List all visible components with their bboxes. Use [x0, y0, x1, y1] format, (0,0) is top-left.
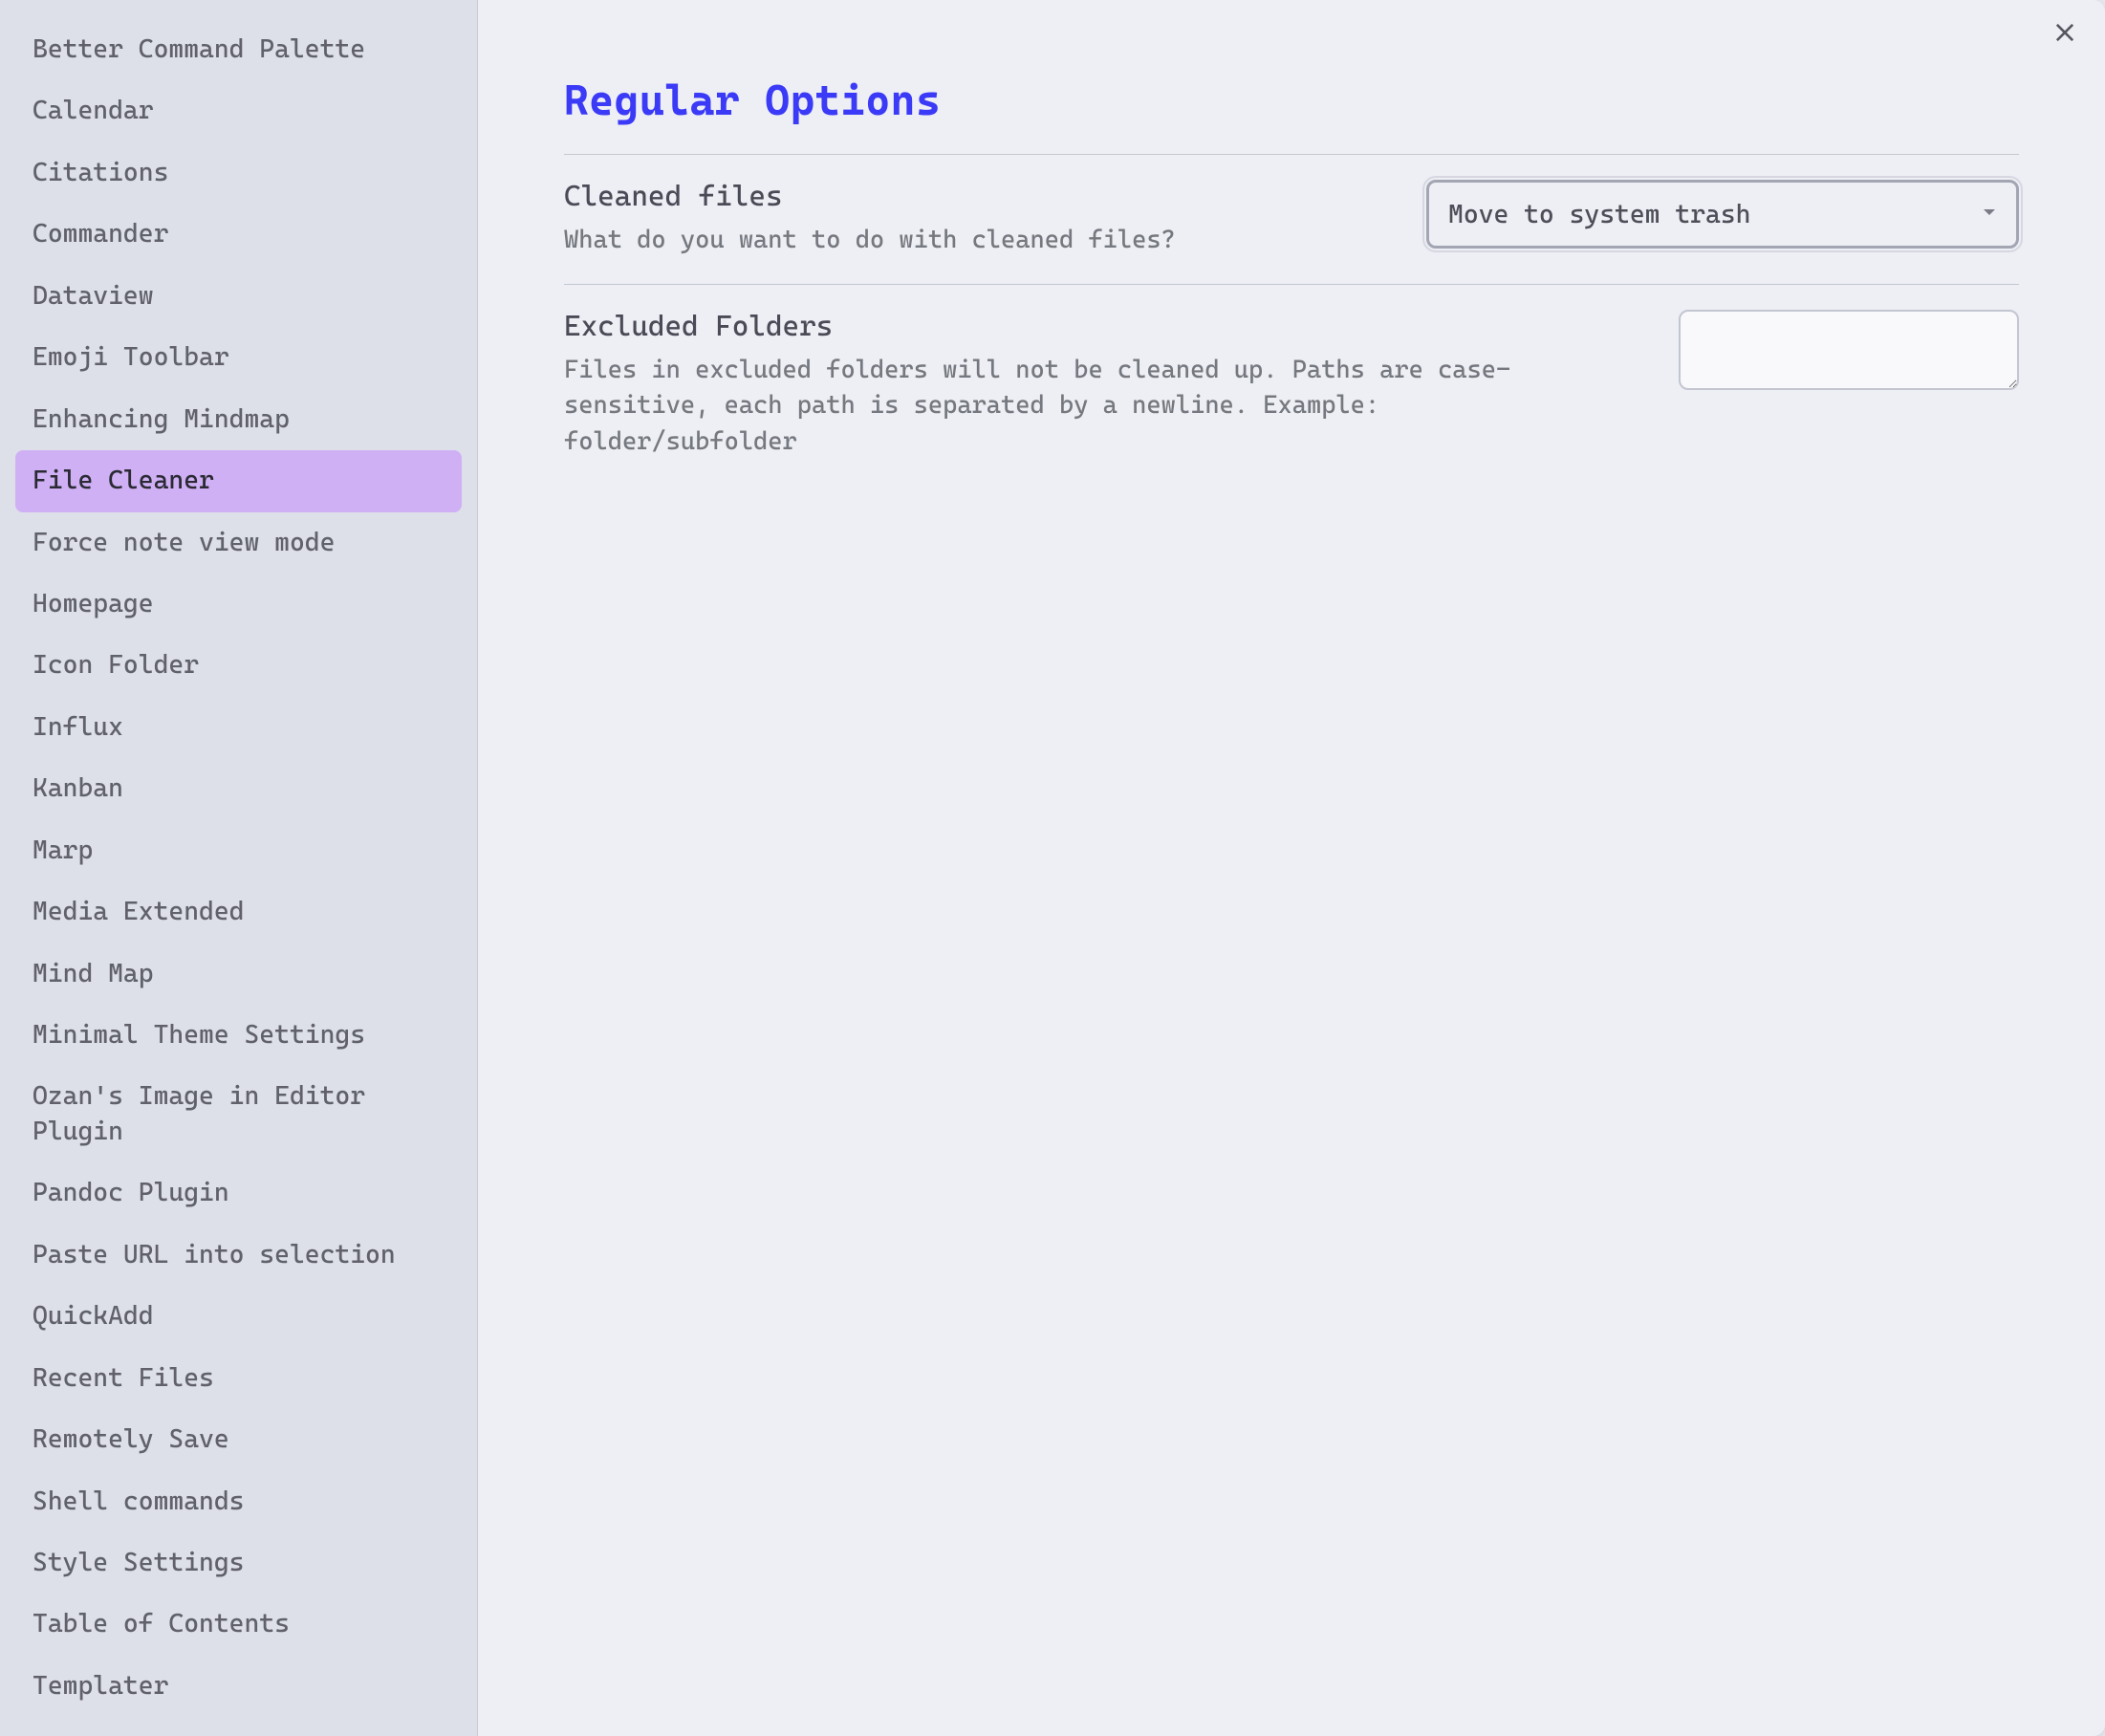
sidebar-item[interactable]: Icon Folder [15, 635, 462, 696]
settings-main: Regular Options Cleaned files What do yo… [478, 0, 2105, 1736]
setting-desc: What do you want to do with cleaned file… [564, 223, 1388, 259]
settings-modal: Better Command PaletteCalendarCitationsC… [0, 0, 2105, 1736]
sidebar-item[interactable]: Ozan's Image in Editor Plugin [15, 1066, 462, 1162]
sidebar-item[interactable]: Homepage [15, 574, 462, 635]
sidebar-item[interactable]: Dataview [15, 266, 462, 327]
cleaned-files-select[interactable]: Move to system trash [1426, 180, 2019, 249]
sidebar-item[interactable]: Text Generator [15, 1717, 462, 1736]
sidebar-item[interactable]: Media Extended [15, 881, 462, 943]
sidebar-item[interactable]: Style Settings [15, 1532, 462, 1594]
setting-info: Cleaned files What do you want to do wit… [564, 180, 1388, 259]
sidebar-item[interactable]: Recent Files [15, 1348, 462, 1409]
setting-info: Excluded Folders Files in excluded folde… [564, 310, 1616, 461]
setting-control: Move to system trash [1426, 180, 2019, 249]
sidebar-item[interactable]: Commander [15, 204, 462, 265]
select-wrap: Move to system trash [1426, 180, 2019, 249]
setting-name: Cleaned files [564, 180, 1388, 213]
settings-sidebar[interactable]: Better Command PaletteCalendarCitationsC… [0, 0, 478, 1736]
sidebar-item[interactable]: Marp [15, 820, 462, 881]
sidebar-item[interactable]: Paste URL into selection [15, 1225, 462, 1286]
setting-name: Excluded Folders [564, 310, 1616, 343]
sidebar-item[interactable]: QuickAdd [15, 1286, 462, 1347]
setting-row-cleaned-files: Cleaned files What do you want to do wit… [564, 154, 2019, 284]
page-title: Regular Options [564, 76, 2019, 125]
setting-control [1679, 310, 2019, 394]
sidebar-item[interactable]: Pandoc Plugin [15, 1162, 462, 1224]
sidebar-item[interactable]: Kanban [15, 758, 462, 819]
sidebar-item[interactable]: Table of Contents [15, 1594, 462, 1655]
sidebar-item[interactable]: Remotely Save [15, 1409, 462, 1470]
setting-desc: Files in excluded folders will not be cl… [564, 353, 1616, 461]
sidebar-item[interactable]: Force note view mode [15, 512, 462, 574]
sidebar-item[interactable]: Better Command Palette [15, 19, 462, 80]
sidebar-item[interactable]: Mind Map [15, 944, 462, 1005]
sidebar-item[interactable]: Templater [15, 1656, 462, 1717]
excluded-folders-textarea[interactable] [1679, 310, 2019, 390]
sidebar-item[interactable]: Influx [15, 697, 462, 758]
sidebar-item[interactable]: Shell commands [15, 1471, 462, 1532]
sidebar-item[interactable]: Citations [15, 142, 462, 204]
sidebar-item[interactable]: Minimal Theme Settings [15, 1005, 462, 1066]
sidebar-item[interactable]: Emoji Toolbar [15, 327, 462, 388]
close-button[interactable] [2048, 17, 2082, 52]
sidebar-item[interactable]: Enhancing Mindmap [15, 389, 462, 450]
close-icon [2051, 19, 2078, 50]
sidebar-item[interactable]: Calendar [15, 80, 462, 141]
setting-row-excluded-folders: Excluded Folders Files in excluded folde… [564, 284, 2019, 486]
sidebar-item[interactable]: File Cleaner [15, 450, 462, 511]
